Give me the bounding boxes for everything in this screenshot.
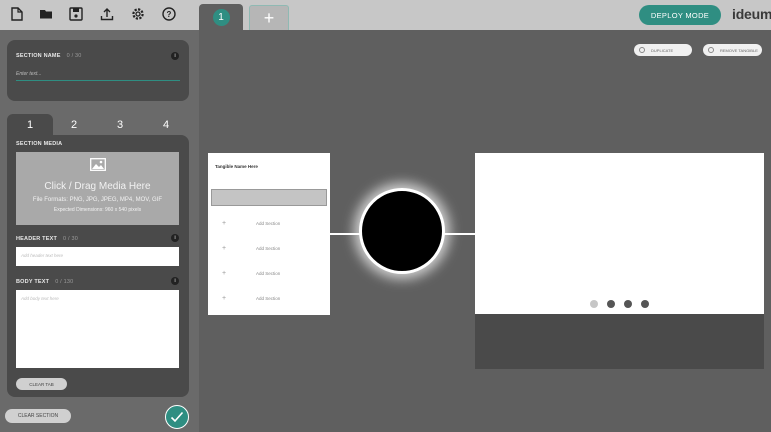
pagination-dot[interactable] (590, 300, 598, 308)
header-text-label: HEADER TEXT 0 / 30 (16, 236, 78, 242)
checkmark-icon (170, 411, 184, 423)
plus-icon: + (222, 219, 227, 227)
remove-tangible-button[interactable]: REMOVE TANGIBLE (703, 44, 762, 56)
section-name-card: SECTION NAME 0 / 30 i Enter text... (7, 40, 189, 101)
media-formats: File Formats: PNG, JPG, JPEG, MP4, MOV, … (32, 197, 163, 203)
section-name-count: 0 / 30 (66, 53, 82, 59)
info-icon[interactable]: i (171, 234, 179, 242)
tangible-tab-1[interactable]: 1 (199, 4, 243, 31)
add-tab-button[interactable]: + (249, 5, 289, 30)
content-tab-3[interactable]: 3 (97, 114, 143, 136)
section-editor-panel: SECTION NAME 0 / 30 i Enter text... 1 2 3… (0, 30, 199, 432)
ideum-logo: ideum (732, 6, 771, 22)
media-dropzone[interactable]: Click / Drag Media Here File Formats: PN… (16, 152, 179, 225)
save-icon[interactable] (67, 5, 85, 23)
toolbar: ? 1 + DEPLOY MODE ideum (0, 0, 771, 31)
selected-section-bar[interactable] (211, 189, 327, 206)
header-text-count: 0 / 30 (63, 236, 78, 242)
confirm-button[interactable] (165, 405, 189, 429)
body-text-count: 0 / 130 (55, 279, 74, 285)
plus-icon: + (222, 294, 227, 302)
tangible-puck[interactable] (359, 188, 445, 274)
info-icon[interactable]: i (171, 52, 179, 60)
duplicate-button[interactable]: DUPLICATE (634, 44, 692, 56)
content-tab-1[interactable]: 1 (7, 114, 53, 136)
media-drop-title: Click / Drag Media Here (44, 181, 151, 192)
remove-icon (708, 47, 714, 53)
svg-text:?: ? (167, 10, 172, 19)
settings-icon[interactable] (129, 5, 147, 23)
open-folder-icon[interactable] (37, 5, 55, 23)
body-text-input[interactable]: Add body text here (16, 290, 179, 368)
media-dimensions: Expected Dimensions: 960 x 540 pixels (53, 207, 142, 213)
connector-line-right (443, 233, 475, 235)
section-name-input[interactable]: Enter text... (16, 67, 180, 81)
content-tab-2[interactable]: 2 (51, 114, 97, 136)
tangible-menu-card[interactable]: Tangible Name Here + Add Section + Add S… (208, 153, 330, 315)
add-section-row[interactable]: + Add Section (222, 268, 280, 278)
info-icon[interactable]: i (171, 277, 179, 285)
pagination-dot[interactable] (624, 300, 632, 308)
add-section-row[interactable]: + Add Section (222, 218, 280, 228)
deploy-mode-button[interactable]: DEPLOY MODE (639, 5, 721, 25)
image-icon (89, 158, 106, 176)
tab-number-badge: 1 (212, 9, 230, 26)
upload-icon[interactable] (98, 5, 116, 23)
tangible-name: Tangible Name Here (215, 164, 258, 169)
add-section-row[interactable]: + Add Section (222, 293, 280, 303)
section-name-label: SECTION NAME 0 / 30 (16, 53, 82, 59)
content-preview (475, 153, 764, 314)
clear-section-button[interactable]: CLEAR SECTION (5, 409, 71, 423)
clear-tab-button[interactable]: CLEAR TAB (16, 378, 67, 390)
tangible-canvas: DUPLICATE REMOVE TANGIBLE Tangible Name … (199, 30, 771, 432)
plus-icon: + (222, 244, 227, 252)
duplicate-icon (639, 47, 645, 53)
connector-line-left (330, 233, 362, 235)
help-icon[interactable]: ? (160, 5, 178, 23)
content-tab-4[interactable]: 4 (143, 114, 189, 136)
tab-content-card: SECTION MEDIA Click / Drag Media Here Fi… (7, 135, 189, 397)
new-file-icon[interactable] (8, 5, 26, 23)
add-section-row[interactable]: + Add Section (222, 243, 280, 253)
plus-icon: + (222, 269, 227, 277)
body-text-label: BODY TEXT 0 / 130 (16, 279, 74, 285)
section-media-label: SECTION MEDIA (16, 141, 63, 147)
pagination-dot[interactable] (641, 300, 649, 308)
pagination-dot[interactable] (607, 300, 615, 308)
preview-shadow (475, 314, 764, 369)
header-text-input[interactable]: Add header text here (16, 247, 179, 266)
